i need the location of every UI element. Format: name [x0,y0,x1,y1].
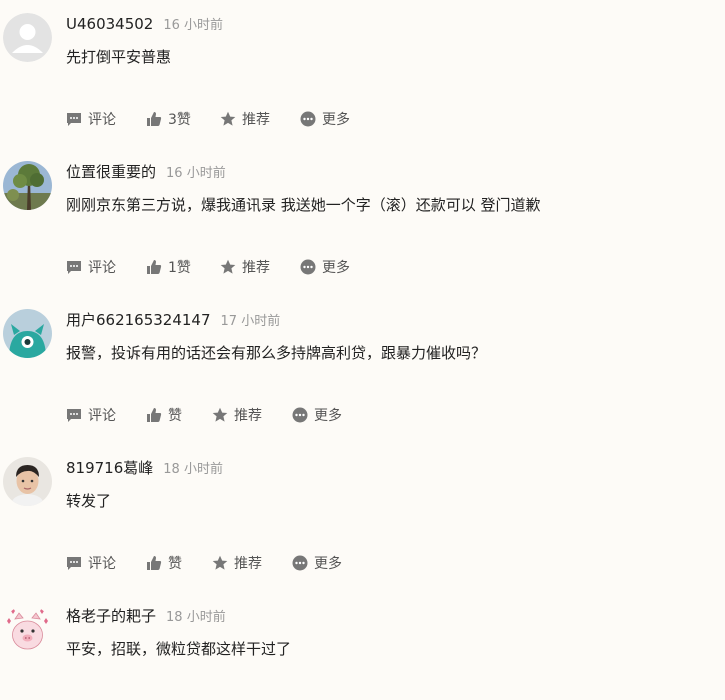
timestamp: 18 小时前 [166,610,226,625]
comment-actions: 评论 3赞 推荐 更多 [66,108,350,130]
comment-text: 报警，投诉有用的话还会有那么多持牌高利贷，跟暴力催收吗？ [66,344,487,362]
comment-icon [67,113,81,126]
timestamp: 16 小时前 [166,166,226,181]
comment-icon [67,261,81,274]
comment-item: 位置很重要的 16 小时前 刚刚京东第三方说，爆我通讯录 我送她一个字（滚）还款可… [0,148,725,296]
more-button[interactable]: 更多 [292,553,342,573]
like-button[interactable]: 赞 [146,553,212,573]
timestamp: 16 小时前 [163,18,224,33]
more-label: 更多 [314,408,342,424]
comment-item: 格老子的耙子 18 小时前 平安，招联，微粒贷都这样干过了 [0,592,725,700]
thumbs-up-icon [147,556,162,570]
more-button[interactable]: 更多 [292,405,342,425]
like-count: 赞 [168,556,182,572]
comment-actions: 评论 赞 推荐 更多 [66,552,342,574]
more-icon [300,259,316,275]
pig-avatar[interactable] [3,605,52,654]
more-button[interactable]: 更多 [300,257,350,277]
comment-meta: 用户662165324147 17 小时前 [66,310,280,332]
more-label: 更多 [314,556,342,572]
comment-text: 平安，招联，微粒贷都这样干过了 [66,640,292,658]
comment-icon [67,557,81,570]
star-icon [212,555,228,570]
username[interactable]: 格老子的耙子 [66,607,156,625]
star-icon [220,111,236,126]
recommend-button[interactable]: 推荐 [212,405,292,425]
comment-button[interactable]: 评论 [66,553,146,573]
thumbs-up-icon [147,408,162,422]
recommend-label: 推荐 [234,556,262,572]
username[interactable]: 用户662165324147 [66,311,211,329]
recommend-label: 推荐 [242,112,270,128]
username[interactable]: 819716葛峰 [66,459,153,477]
comment-button[interactable]: 评论 [66,109,146,129]
username[interactable]: U46034502 [66,15,153,33]
comment-text: 刚刚京东第三方说，爆我通讯录 我送她一个字（滚）还款可以 登门道歉 [66,196,541,214]
comment-meta: 位置很重要的 16 小时前 [66,162,226,184]
timestamp: 17 小时前 [220,314,281,329]
recommend-button[interactable]: 推荐 [220,109,300,129]
more-icon [300,111,316,127]
comment-text: 转发了 [66,492,112,510]
comment-label: 评论 [88,260,116,276]
like-count: 3赞 [168,112,191,128]
more-icon [292,555,308,571]
recommend-label: 推荐 [242,260,270,276]
timestamp: 18 小时前 [163,462,223,477]
like-button[interactable]: 赞 [146,405,212,425]
teal-monster-avatar[interactable] [3,309,52,358]
like-count: 赞 [168,408,182,424]
comment-label: 评论 [88,556,116,572]
tree-photo-avatar[interactable] [3,161,52,210]
comment-button[interactable]: 评论 [66,405,146,425]
more-button[interactable]: 更多 [300,109,350,129]
comment-actions: 评论 赞 推荐 更多 [66,404,342,426]
recommend-label: 推荐 [234,408,262,424]
comment-meta: 格老子的耙子 18 小时前 [66,606,226,628]
like-button[interactable]: 1赞 [146,257,220,277]
default-user-avatar[interactable] [3,13,52,62]
comment-text: 先打倒平安普惠 [66,48,172,66]
recommend-button[interactable]: 推荐 [212,553,292,573]
comment-item: 用户662165324147 17 小时前 报警，投诉有用的话还会有那么多持牌高利… [0,296,725,444]
comment-meta: U46034502 16 小时前 [66,14,223,36]
username[interactable]: 位置很重要的 [66,163,156,181]
comment-button[interactable]: 评论 [66,257,146,277]
like-count: 1赞 [168,260,191,276]
comment-item: 819716葛峰 18 小时前 转发了 评论 赞 推荐 更多 [0,444,725,592]
comment-actions: 评论 1赞 推荐 更多 [66,256,350,278]
comment-icon [67,409,81,422]
comment-label: 评论 [88,112,116,128]
star-icon [212,407,228,422]
recommend-button[interactable]: 推荐 [220,257,300,277]
thumbs-up-icon [147,260,162,274]
thumbs-up-icon [147,112,162,126]
more-label: 更多 [322,112,350,128]
more-label: 更多 [322,260,350,276]
more-icon [292,407,308,423]
star-icon [220,259,236,274]
comment-meta: 819716葛峰 18 小时前 [66,458,223,480]
comment-label: 评论 [88,408,116,424]
comment-item: U46034502 16 小时前 先打倒平安普惠 评论 3赞 推荐 更多 [0,0,725,148]
like-button[interactable]: 3赞 [146,109,220,129]
person-photo-avatar[interactable] [3,457,52,506]
